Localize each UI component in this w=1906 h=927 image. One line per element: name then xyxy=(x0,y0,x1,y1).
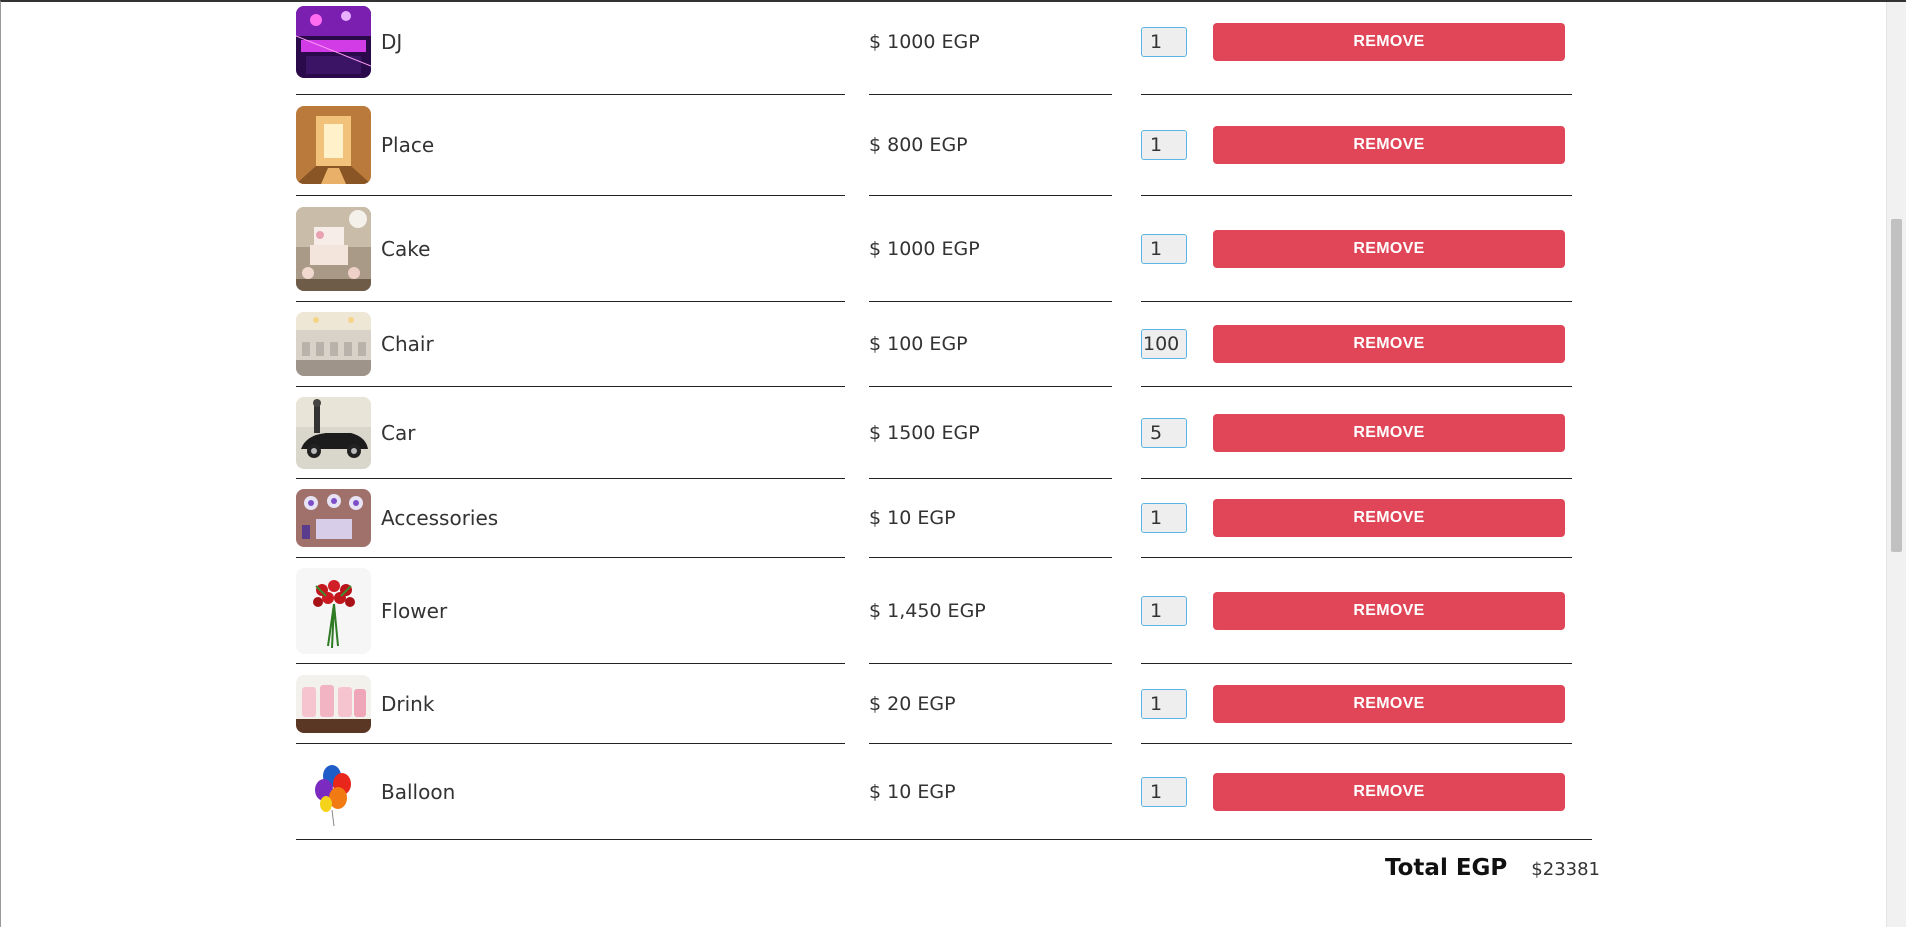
product-name: Balloon xyxy=(381,780,456,804)
quantity-input[interactable] xyxy=(1141,233,1187,264)
quantity-input[interactable] xyxy=(1141,130,1187,160)
product-cell: Balloon xyxy=(296,744,845,840)
quantity-input[interactable] xyxy=(1141,688,1187,719)
cart-total: Total EGP $23381 xyxy=(1385,855,1600,881)
product-cell: Flower xyxy=(296,558,845,664)
total-label: Total EGP xyxy=(1385,855,1508,881)
quantity-cell: REMOVE xyxy=(1141,664,1572,744)
quantity-cell: REMOVE xyxy=(1141,387,1572,479)
remove-button[interactable]: REMOVE xyxy=(1213,591,1565,630)
remove-button[interactable]: REMOVE xyxy=(1213,413,1565,452)
page-viewport: DJ $ 1000 EGP REMOVE xyxy=(0,0,1906,927)
cart-row: Chair $ 100 EGP REMOVE xyxy=(296,302,1591,387)
product-price: $ 1000 EGP xyxy=(869,196,1112,302)
quantity-input[interactable] xyxy=(1141,27,1187,57)
scrollbar-thumb[interactable] xyxy=(1891,219,1902,552)
quantity-input[interactable] xyxy=(1141,503,1187,533)
quantity-cell: REMOVE xyxy=(1141,302,1572,387)
quantity-cell: REMOVE xyxy=(1141,2,1572,95)
price-text: $ 1000 EGP xyxy=(869,237,980,260)
balloons-image xyxy=(296,756,371,828)
product-name: Accessories xyxy=(381,506,499,530)
product-name: Place xyxy=(381,133,435,157)
quantity-input[interactable] xyxy=(1141,777,1187,807)
product-name: Drink xyxy=(381,691,435,716)
remove-button[interactable]: REMOVE xyxy=(1213,684,1565,723)
price-text: $ 10 EGP xyxy=(869,507,956,529)
chairs-image xyxy=(296,312,371,376)
remove-button[interactable]: REMOVE xyxy=(1213,325,1565,363)
quantity-input[interactable] xyxy=(1141,329,1187,359)
remove-button[interactable]: REMOVE xyxy=(1213,229,1565,268)
product-name: Chair xyxy=(381,332,434,356)
quantity-cell: REMOVE xyxy=(1141,95,1572,196)
product-cell: Cake xyxy=(296,196,845,302)
product-name: Cake xyxy=(381,236,431,261)
quantity-input[interactable] xyxy=(1141,595,1187,626)
price-text: $ 20 EGP xyxy=(869,692,956,715)
remove-button[interactable]: REMOVE xyxy=(1213,23,1565,61)
hall-image xyxy=(296,106,371,184)
remove-button[interactable]: REMOVE xyxy=(1213,499,1565,537)
quantity-input[interactable] xyxy=(1141,417,1187,448)
cart-table: DJ $ 1000 EGP REMOVE xyxy=(296,2,1591,840)
product-name: Flower xyxy=(381,598,448,623)
cart-row: Place $ 800 EGP REMOVE xyxy=(296,95,1591,196)
cart-row: Balloon $ 10 EGP REMOVE xyxy=(296,744,1591,840)
car-image xyxy=(296,396,371,469)
product-cell: Drink xyxy=(296,664,845,744)
product-name: Car xyxy=(381,420,416,445)
cart-row: Accessories $ 10 EGP REMOVE xyxy=(296,479,1591,558)
quantity-cell: REMOVE xyxy=(1141,558,1572,664)
product-cell: Car xyxy=(296,387,845,479)
product-price: $ 10 EGP xyxy=(869,744,1112,840)
product-cell: DJ xyxy=(296,2,845,95)
product-name: DJ xyxy=(381,30,403,54)
product-price: $ 1500 EGP xyxy=(869,387,1112,479)
cart-row: Cake $ 1000 EGP REMOVE xyxy=(296,196,1591,302)
product-price: $ 1000 EGP xyxy=(869,2,1112,95)
price-text: $ 800 EGP xyxy=(869,134,968,156)
price-text: $ 100 EGP xyxy=(869,333,968,355)
total-value: $23381 xyxy=(1531,859,1601,880)
price-text: $ 1000 EGP xyxy=(869,31,980,53)
product-price: $ 10 EGP xyxy=(869,479,1112,558)
remove-button[interactable]: REMOVE xyxy=(1213,773,1565,811)
product-price: $ 100 EGP xyxy=(869,302,1112,387)
accessories-image xyxy=(296,489,371,547)
cart-row: DJ $ 1000 EGP REMOVE xyxy=(296,2,1591,95)
drinks-image xyxy=(296,674,371,733)
dj-stage-image xyxy=(296,6,371,78)
product-price: $ 800 EGP xyxy=(869,95,1112,196)
product-cell: Accessories xyxy=(296,479,845,558)
price-text: $ 1,450 EGP xyxy=(869,599,986,622)
price-text: $ 1500 EGP xyxy=(869,421,980,444)
product-cell: Chair xyxy=(296,302,845,387)
roses-image xyxy=(296,567,371,654)
cart-row: Car $ 1500 EGP REMOVE xyxy=(296,387,1591,479)
price-text: $ 10 EGP xyxy=(869,781,956,803)
total-divider xyxy=(296,839,1592,840)
cart-row: Flower $ 1,450 EGP REMOVE xyxy=(296,558,1591,664)
product-price: $ 20 EGP xyxy=(869,664,1112,744)
vertical-scrollbar[interactable] xyxy=(1886,2,1906,927)
quantity-cell: REMOVE xyxy=(1141,744,1572,840)
cake-image xyxy=(296,206,371,291)
product-cell: Place xyxy=(296,95,845,196)
quantity-cell: REMOVE xyxy=(1141,479,1572,558)
cart-row: Drink $ 20 EGP REMOVE xyxy=(296,664,1591,744)
remove-button[interactable]: REMOVE xyxy=(1213,126,1565,164)
quantity-cell: REMOVE xyxy=(1141,196,1572,302)
product-price: $ 1,450 EGP xyxy=(869,558,1112,664)
